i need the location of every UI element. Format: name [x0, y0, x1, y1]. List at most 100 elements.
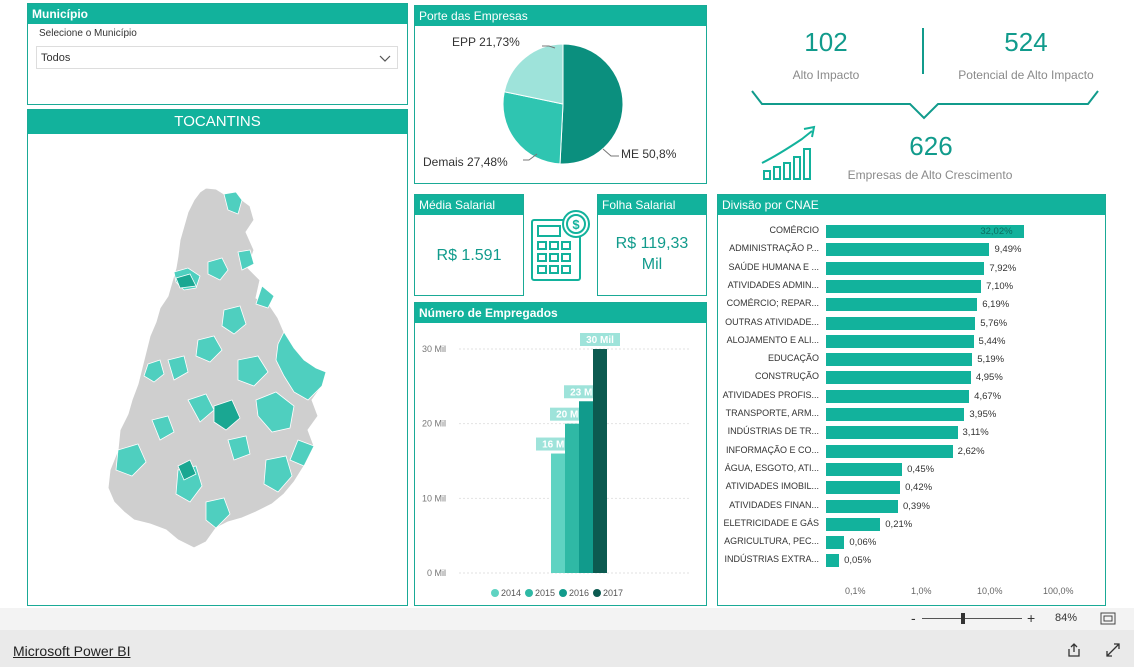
emp-data-label: 30 Mil: [586, 335, 614, 346]
svg-text:$: $: [572, 217, 580, 232]
cnae-category-label: OUTRAS ATIVIDADE...: [725, 316, 819, 327]
cnae-value-label: 9,49%: [994, 244, 1022, 256]
cnae-x-tick: 1,0%: [911, 586, 932, 596]
slice-label-demais: Demais 27,48%: [423, 155, 508, 169]
cnae-bar[interactable]: [826, 279, 982, 293]
legend-label-2015: 2015: [535, 588, 555, 598]
crescimento-value: 626: [909, 131, 953, 161]
cnae-value-label: 0,05%: [844, 555, 872, 567]
cnae-bar[interactable]: [826, 426, 958, 440]
footer: Microsoft Power BI: [0, 630, 1134, 667]
cnae-bar[interactable]: [826, 517, 881, 531]
cnae-category-label: AGRICULTURA, PEC...: [724, 536, 819, 547]
legend-label-2016: 2016: [569, 588, 589, 598]
legend-label-2017: 2017: [603, 588, 623, 598]
emp-bar-2016[interactable]: [579, 401, 593, 573]
emp-bar-2014[interactable]: [551, 453, 565, 573]
cnae-category-label: ALOJAMENTO E ALI...: [726, 334, 819, 345]
cnae-value-label: 3,95%: [969, 409, 997, 420]
media-salarial-panel: Média Salarial R$ 1.591: [414, 194, 524, 296]
potencial-value: 524: [1004, 27, 1048, 57]
share-icon[interactable]: [1066, 642, 1082, 663]
cnae-bar[interactable]: [826, 481, 901, 495]
cnae-bar[interactable]: [826, 353, 973, 367]
cnae-bar[interactable]: [826, 536, 845, 550]
cnae-value-label: 7,10%: [986, 280, 1014, 292]
cnae-bar[interactable]: [826, 462, 903, 476]
emp-y-tick: 30 Mil: [422, 344, 446, 354]
slice-label-me: ME 50,8%: [621, 147, 677, 161]
zoom-slider[interactable]: [922, 618, 1022, 619]
cnae-bar[interactable]: [826, 334, 974, 348]
zoom-out-button[interactable]: -: [911, 610, 916, 626]
cnae-value-label: 0,21%: [885, 518, 913, 530]
zoom-slider-handle[interactable]: [961, 613, 965, 624]
cnae-bar-chart[interactable]: COMÉRCIO 32,02% ADMINISTRAÇÃO P... 9,49% SAÚ…: [718, 195, 1107, 607]
empregados-bar-chart[interactable]: 0 Mil10 Mil20 Mil30 Mil16 Mil20 Mil23 Mi…: [415, 303, 708, 607]
cnae-category-label: ATIVIDADES FINAN...: [729, 499, 819, 510]
cnae-bar[interactable]: [826, 554, 840, 568]
bracket-decoration: [751, 90, 1099, 120]
cnae-bar[interactable]: [826, 408, 965, 421]
cnae-category-label: ELETRICIDADE E GÁS: [723, 517, 819, 528]
fit-page-icon[interactable]: [1100, 612, 1116, 630]
emp-y-tick: 20 Mil: [422, 419, 446, 429]
cnae-category-label: SAÚDE HUMANA E ...: [728, 261, 819, 272]
cnae-bar[interactable]: [826, 298, 978, 312]
emp-bar-2017[interactable]: [593, 349, 607, 573]
power-bi-link[interactable]: Microsoft Power BI: [13, 643, 130, 659]
fullscreen-icon[interactable]: [1105, 642, 1121, 663]
cnae-x-tick: 100,0%: [1043, 586, 1074, 596]
cnae-bar[interactable]: [826, 371, 971, 385]
potencial-label: Potencial de Alto Impacto: [958, 68, 1094, 82]
cnae-category-label: CONSTRUÇÃO: [754, 371, 819, 382]
porte-pie-chart[interactable]: EPP 21,73% ME 50,8% Demais 27,48%: [415, 6, 708, 185]
emp-y-tick: 10 Mil: [422, 493, 446, 503]
cnae-value-label: 4,95%: [975, 372, 1003, 384]
cnae-bar[interactable]: [826, 261, 985, 275]
cnae-category-label: ATIVIDADES ADMIN...: [727, 279, 819, 290]
municipio-dropdown[interactable]: Todos: [36, 46, 398, 69]
cnae-value-label: 5,19%: [977, 354, 1005, 366]
cnae-bar[interactable]: [826, 316, 976, 330]
cnae-category-label: ATIVIDADES IMOBIL...: [725, 481, 819, 492]
legend-dot-2014: [491, 589, 499, 597]
cnae-category-label: EDUCAÇÃO: [767, 353, 819, 364]
chevron-down-icon: [379, 51, 391, 69]
cnae-category-label: TRANSPORTE, ARM...: [725, 408, 819, 418]
cnae-category-label: COMÉRCIO: [769, 225, 820, 235]
kpi-divider: [922, 28, 924, 74]
legend-dot-2015: [525, 589, 533, 597]
porte-panel: Porte das Empresas EPP 21,73% ME 50,8% D…: [414, 5, 707, 184]
cnae-value-label: 2,62%: [957, 445, 985, 457]
cnae-bar[interactable]: [826, 499, 898, 513]
cnae-category-label: INDÚSTRIAS DE TR...: [727, 426, 819, 437]
kpi-cluster: 102 Alto Impacto 524 Potencial de Alto I…: [716, 5, 1128, 190]
municipio-title: Município: [28, 4, 407, 24]
cnae-value-label: 5,76%: [980, 317, 1008, 329]
cnae-bar[interactable]: [826, 444, 953, 458]
slice-label-epp: EPP 21,73%: [452, 35, 520, 49]
folha-salarial-title: Folha Salarial: [598, 195, 706, 215]
zoom-bar: - + 84%: [0, 608, 1134, 630]
calculator-icon: $: [528, 206, 594, 289]
cnae-value-label: 32,02%: [980, 226, 1013, 237]
cnae-category-label: ÁGUA, ESGOTO, ATI...: [724, 462, 819, 473]
media-salarial-value: R$ 1.591: [436, 247, 502, 264]
emp-bar-2015[interactable]: [565, 423, 579, 573]
cnae-category-label: INDÚSTRIAS EXTRA...: [724, 554, 819, 565]
cnae-value-label: 0,06%: [849, 537, 877, 549]
cnae-value-label: 0,39%: [903, 500, 930, 512]
zoom-level: 84%: [1055, 612, 1078, 624]
alto-impacto-label: Alto Impacto: [792, 68, 860, 82]
cnae-bar[interactable]: [826, 243, 990, 257]
cnae-value-label: 0,45%: [907, 463, 935, 475]
tocantins-map[interactable]: [28, 110, 409, 607]
zoom-in-button[interactable]: +: [1027, 610, 1035, 626]
pie-slice-0[interactable]: [559, 43, 624, 165]
cnae-value-label: 4,67%: [974, 390, 1002, 402]
cnae-category-label: COMÉRCIO; REPAR...: [726, 298, 819, 309]
cnae-bar[interactable]: [826, 389, 970, 403]
legend-dot-2017: [593, 589, 601, 597]
cnae-x-tick: 10,0%: [977, 586, 1003, 596]
